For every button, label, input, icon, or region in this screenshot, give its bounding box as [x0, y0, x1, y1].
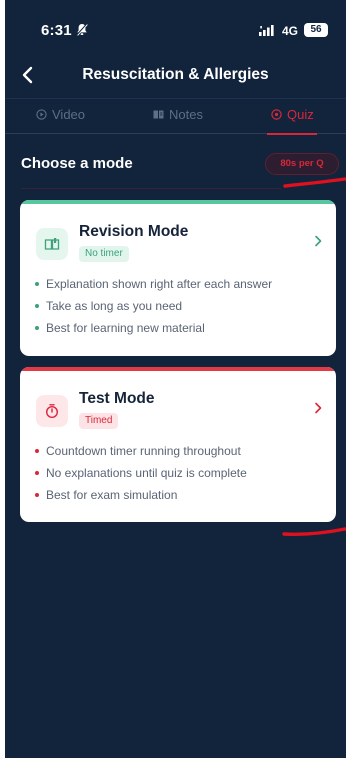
feature-list: Countdown timer running throughout No ex…	[34, 443, 247, 509]
card-accent-bar	[20, 367, 336, 371]
time-per-question-badge: 80s per Q	[265, 153, 339, 175]
tab-quiz[interactable]: Quiz	[271, 107, 314, 122]
status-bar: 6:31 4G 56	[5, 0, 346, 52]
mode-title: Revision Mode	[79, 223, 189, 240]
signal-icon	[259, 25, 274, 36]
tab-notes[interactable]: Notes	[153, 107, 203, 122]
tab-label: Notes	[169, 107, 203, 122]
book-icon	[36, 228, 68, 260]
feature-item: No explanations until quiz is complete	[34, 465, 247, 487]
tab-label: Video	[52, 107, 86, 122]
test-mode-card[interactable]: Test Mode Timed Countdown timer running …	[20, 367, 336, 522]
content-tabs: Video Notes Quiz	[5, 98, 346, 135]
revision-mode-card[interactable]: Revision Mode No timer Explanation shown…	[20, 200, 336, 356]
annotation-mark-top	[283, 177, 346, 188]
page-title: Resuscitation & Allergies	[82, 66, 269, 83]
section-divider	[21, 188, 281, 189]
tab-video[interactable]: Video	[36, 107, 85, 122]
status-time: 6:31	[41, 22, 72, 39]
active-tab-indicator	[267, 133, 317, 135]
chevron-right-icon	[315, 402, 322, 414]
bell-muted-icon	[76, 23, 88, 36]
card-accent-bar	[20, 200, 336, 204]
network-label: 4G	[282, 24, 299, 38]
stopwatch-icon	[36, 395, 68, 427]
notes-icon	[153, 110, 164, 119]
tab-label: Quiz	[287, 107, 314, 122]
chevron-right-icon	[315, 235, 322, 247]
app-screen: 6:31 4G 56 Resuscitation & Allergies Vid…	[5, 0, 346, 758]
annotation-mark-bottom	[282, 527, 346, 536]
section-heading: Choose a mode	[21, 155, 133, 172]
feature-item: Take as long as you need	[34, 298, 272, 320]
battery-indicator: 56	[304, 23, 328, 37]
feature-list: Explanation shown right after each answe…	[34, 276, 272, 342]
feature-item: Countdown timer running throughout	[34, 443, 247, 465]
mode-tag: Timed	[79, 413, 119, 429]
mode-tag: No timer	[79, 246, 129, 262]
mode-title: Test Mode	[79, 390, 155, 407]
play-circle-icon	[36, 109, 47, 120]
feature-item: Best for exam simulation	[34, 487, 247, 509]
quiz-icon	[271, 109, 282, 120]
feature-item: Best for learning new material	[34, 320, 272, 342]
feature-item: Explanation shown right after each answe…	[34, 276, 272, 298]
